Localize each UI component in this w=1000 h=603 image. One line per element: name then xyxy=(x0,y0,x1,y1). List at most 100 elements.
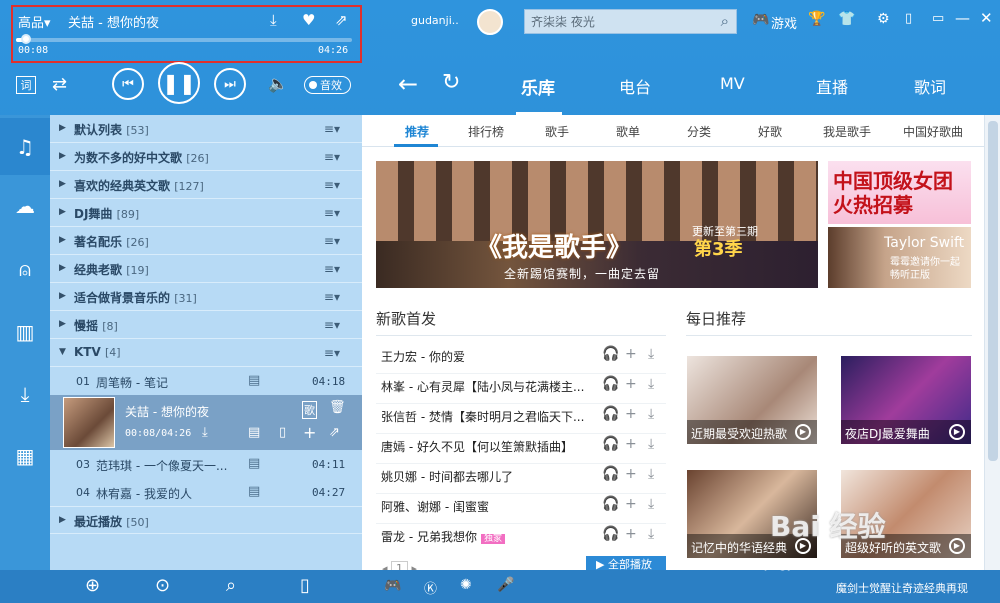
download-icon[interactable]: ⤓ xyxy=(648,466,654,482)
daily-card[interactable]: 近期最受欢迎热歌 ▶ xyxy=(687,356,817,444)
heart-icon[interactable]: ♥ xyxy=(302,11,315,29)
search-circle-icon[interactable]: ⌕ xyxy=(226,575,236,596)
add-icon[interactable]: + xyxy=(625,526,637,542)
progress-bar[interactable] xyxy=(16,34,352,44)
expand-arrow-icon[interactable]: ▶ xyxy=(59,235,66,245)
tab-library[interactable]: 乐库 xyxy=(521,74,555,99)
download-icon[interactable]: ⤓ xyxy=(648,526,654,542)
add-icon[interactable]: + xyxy=(303,423,316,442)
headphones-icon[interactable]: 🎧 xyxy=(602,526,619,542)
gamepad-icon[interactable]: 🎮 xyxy=(384,578,401,594)
add-icon[interactable]: + xyxy=(625,496,637,512)
download-icon[interactable]: ⤓ xyxy=(648,376,654,392)
play-icon[interactable]: ▶ xyxy=(949,538,965,554)
game-label[interactable]: 游戏 xyxy=(771,13,797,32)
scrollbar-thumb[interactable] xyxy=(988,121,998,461)
subtab-good-chinese-songs[interactable]: 中国好歌曲 xyxy=(903,123,963,140)
phone-icon[interactable]: ▯ xyxy=(279,425,286,440)
trophy-icon[interactable]: 🏆 xyxy=(808,11,825,27)
back-icon[interactable]: ← xyxy=(398,70,418,98)
cloud-icon[interactable]: ☁ xyxy=(0,177,50,234)
expand-arrow-icon[interactable]: ▶ xyxy=(59,207,66,217)
tab-mv[interactable]: MV xyxy=(720,74,745,93)
download-icon[interactable]: ⤓ xyxy=(270,11,277,29)
locate-icon[interactable]: ⊙ xyxy=(155,575,170,596)
expand-arrow-icon[interactable]: ▶ xyxy=(59,123,66,133)
shuffle-icon[interactable]: ⇄ xyxy=(52,74,67,95)
menu-icon[interactable]: ≡▾ xyxy=(324,150,340,164)
new-song-row[interactable]: 王力宏 - 你的爱 🎧 + ⤓ xyxy=(380,343,662,373)
share-icon[interactable]: ⇗ xyxy=(329,425,340,440)
download-icon[interactable]: ⤓ xyxy=(648,436,654,452)
music-note-icon[interactable]: ♫ xyxy=(0,118,50,175)
search-input[interactable]: 齐柒柒 夜光 ⌕ xyxy=(524,9,737,34)
play-icon[interactable]: ▶ xyxy=(949,424,965,440)
new-song-row[interactable]: 姚贝娜 - 时间都去哪儿了 🎧 + ⤓ xyxy=(380,463,662,493)
next-button[interactable]: ⏭ xyxy=(214,68,246,100)
main-banner[interactable]: 《我是歌手》 更新至第三期 第3季 全新踢馆赛制，一曲定去留 xyxy=(376,161,818,288)
gear-icon[interactable]: ⚙ xyxy=(877,11,890,27)
playlist-row-ktv[interactable]: ▼ KTV [4] ≡▾ xyxy=(50,339,362,367)
expand-arrow-icon[interactable]: ▶ xyxy=(59,515,66,525)
headphones-icon[interactable]: 🎧 xyxy=(602,376,619,392)
mobile-icon[interactable]: ▯ xyxy=(905,11,912,26)
collapse-arrow-icon[interactable]: ▼ xyxy=(59,347,66,357)
add-icon[interactable]: + xyxy=(625,466,637,482)
playlist-row[interactable]: ▶ DJ舞曲 [89] ≡▾ xyxy=(50,199,362,227)
close-icon[interactable]: ✕ xyxy=(980,9,993,27)
refresh-icon[interactable]: ↻ xyxy=(442,70,460,95)
lyrics-badge-icon[interactable]: 歌 xyxy=(302,401,317,419)
download-icon[interactable]: ⤓ xyxy=(202,425,208,440)
download-icon[interactable]: ⤓ xyxy=(648,496,654,512)
new-song-row[interactable]: 林峯 - 心有灵犀【陆小凤与花满楼主... 🎧 + ⤓ xyxy=(380,373,662,403)
microphone-icon[interactable]: 🎤 xyxy=(497,577,514,593)
volume-icon[interactable]: 🔈 xyxy=(268,74,288,93)
apps-grid-icon[interactable]: ▦ xyxy=(0,427,50,484)
song-row[interactable]: 03 范玮琪 - 一个像夏天一... ▤ 04:11 xyxy=(50,450,362,478)
expand-arrow-icon[interactable]: ▶ xyxy=(59,151,66,161)
headphones-icon[interactable]: 🎧 xyxy=(602,436,619,452)
tab-radio[interactable]: 电台 xyxy=(619,74,651,98)
phone-sync-icon[interactable]: ▯ xyxy=(300,575,310,596)
add-icon[interactable]: + xyxy=(625,436,637,452)
menu-icon[interactable]: ≡▾ xyxy=(324,318,340,332)
song-row[interactable]: 04 林宥嘉 - 我爱的人 ▤ 04:27 xyxy=(50,478,362,506)
minimize-window-icon[interactable]: ▭ xyxy=(932,11,944,26)
menu-icon[interactable]: ≡▾ xyxy=(324,234,340,248)
new-song-row[interactable]: 唐嫣 - 好久不见【何以笙箫默插曲】 🎧 + ⤓ xyxy=(380,433,662,463)
headphones-icon[interactable]: 🎧 xyxy=(602,496,619,512)
scrollbar[interactable] xyxy=(984,115,1000,570)
expand-arrow-icon[interactable]: ▶ xyxy=(59,263,66,273)
menu-icon[interactable]: ≡▾ xyxy=(324,290,340,304)
add-circle-icon[interactable]: ⊕ xyxy=(85,575,100,596)
mv-film-icon[interactable]: ▤ xyxy=(248,425,260,440)
radio-icon[interactable]: ⍝ xyxy=(0,240,50,297)
song-row[interactable]: 01 周笔畅 - 笔记 ▤ 04:18 xyxy=(50,367,362,395)
expand-arrow-icon[interactable]: ▶ xyxy=(59,319,66,329)
menu-icon[interactable]: ≡▾ xyxy=(324,178,340,192)
headphones-icon[interactable]: 🎧 xyxy=(602,406,619,422)
playlist-row-recent[interactable]: ▶ 最近播放 [50] xyxy=(50,506,362,534)
expand-arrow-icon[interactable]: ▶ xyxy=(59,179,66,189)
new-song-row[interactable]: 阿雅、谢娜 - 闺蜜蜜 🎧 + ⤓ xyxy=(380,493,662,523)
menu-icon[interactable]: ≡▾ xyxy=(324,122,340,136)
add-icon[interactable]: + xyxy=(625,346,637,362)
effect-toggle[interactable]: 音效 xyxy=(304,76,351,94)
subtab-recommend[interactable]: 推荐 xyxy=(405,123,429,140)
pause-button[interactable]: ❚❚ xyxy=(158,62,200,104)
add-icon[interactable]: + xyxy=(625,376,637,392)
subtab-categories[interactable]: 分类 xyxy=(687,123,711,140)
tab-lyrics[interactable]: 歌词 xyxy=(914,74,946,98)
download-icon[interactable]: ⤓ xyxy=(648,346,654,362)
menu-icon[interactable]: ≡▾ xyxy=(324,346,340,360)
gamepad-icon[interactable]: 🎮 xyxy=(752,12,769,28)
minimize-icon[interactable]: — xyxy=(955,9,970,27)
lyrics-icon[interactable]: 词 xyxy=(16,76,36,94)
playlist-row[interactable]: ▶ 经典老歌 [19] ≡▾ xyxy=(50,255,362,283)
quality-select[interactable]: 高品▾ xyxy=(18,12,51,31)
add-icon[interactable]: + xyxy=(625,406,637,422)
ad-message[interactable]: 魔剑士觉醒让奇迹经典再现 xyxy=(836,580,968,596)
playlist-row[interactable]: ▶ 慢摇 [8] ≡▾ xyxy=(50,311,362,339)
sun-icon[interactable]: ✺ xyxy=(460,577,472,593)
tab-live[interactable]: 直播 xyxy=(816,74,848,98)
